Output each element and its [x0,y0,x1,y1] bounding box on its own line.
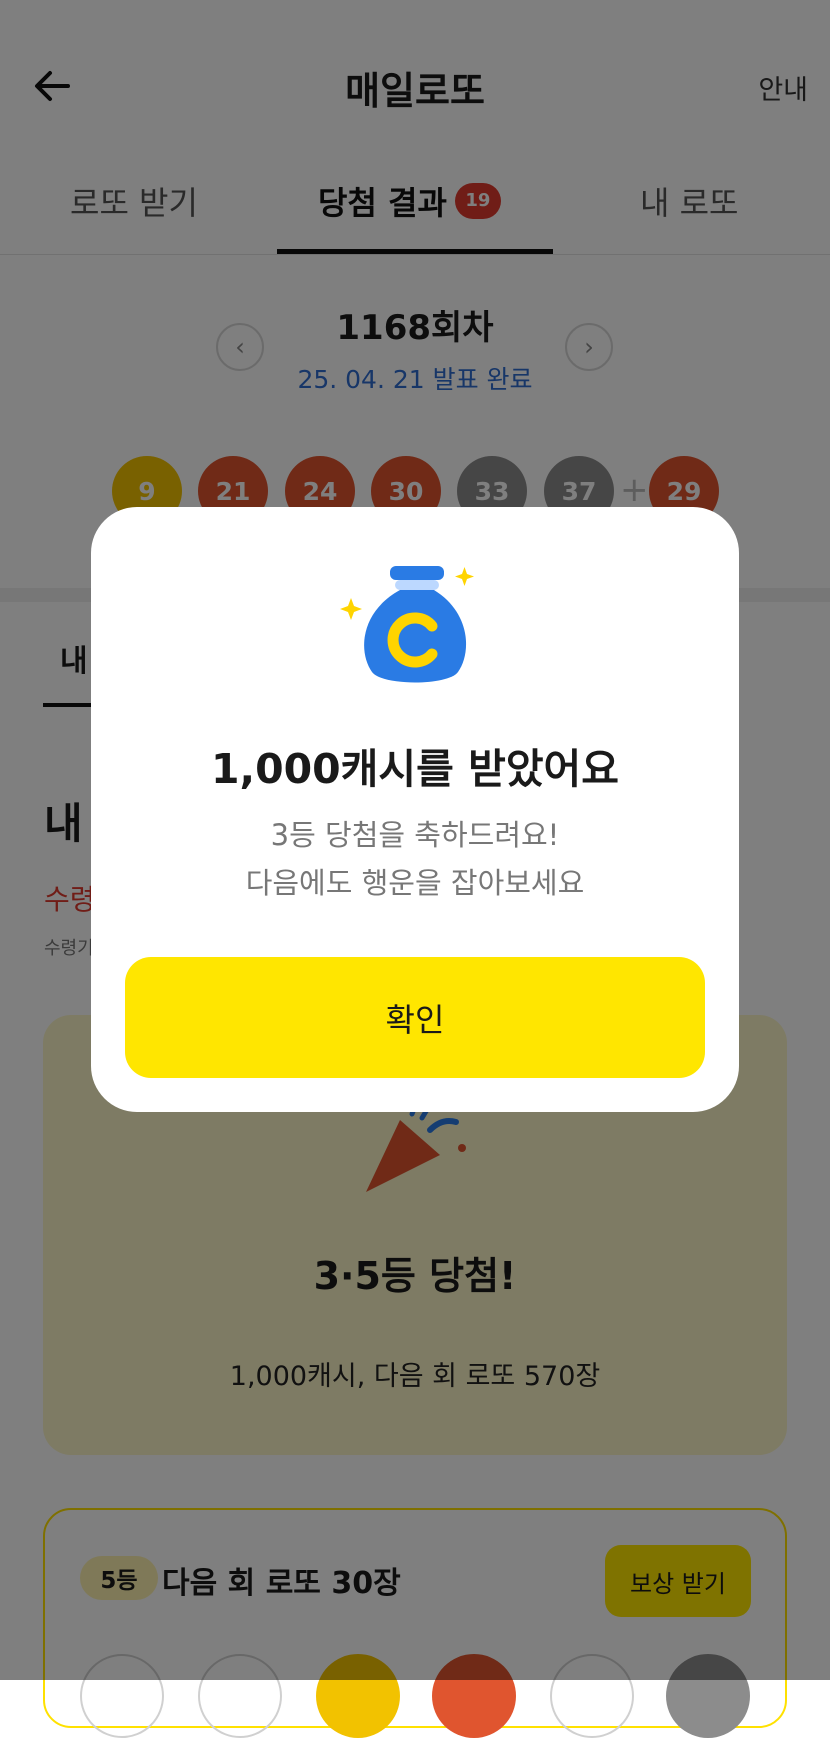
modal-message-line2: 다음에도 행운을 잡아보세요 [245,866,585,900]
confirm-button[interactable]: 확인 [125,957,705,1078]
money-bag-icon [340,560,490,700]
modal-message-line1: 3등 당첨을 축하드려요! [270,818,560,852]
modal-title: 1,000캐시를 받았어요 [211,745,619,793]
